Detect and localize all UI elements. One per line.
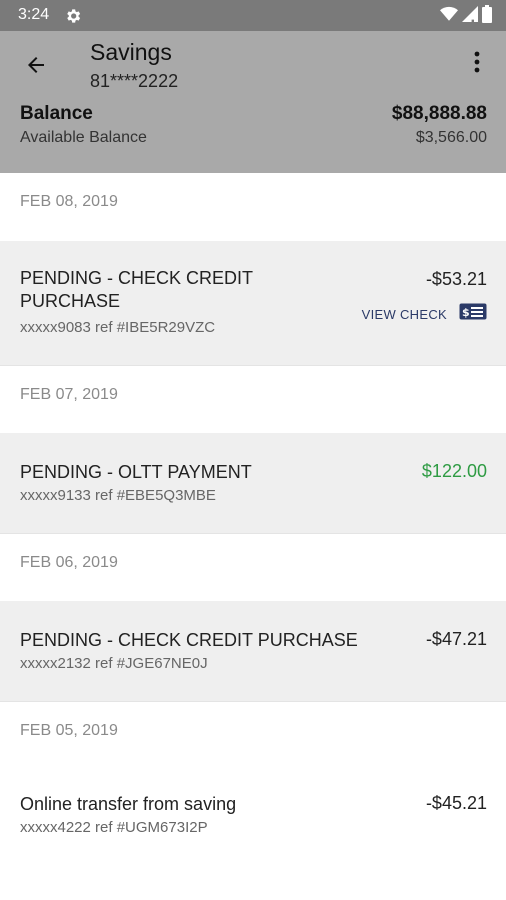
balance-label: Balance xyxy=(20,103,93,124)
status-time: 3:24 xyxy=(18,6,50,23)
date-header: FEB 05, 2019 xyxy=(0,701,506,769)
page-title: Savings xyxy=(90,39,172,65)
transaction-description: PENDING - OLTT PAYMENT xyxy=(20,462,252,482)
available-balance-label: Available Balance xyxy=(20,129,147,146)
transaction-row[interactable]: PENDING - CHECK CREDIT PURCHASE xxxxx908… xyxy=(0,241,506,365)
svg-text:$: $ xyxy=(462,306,470,319)
transaction-amount: -$47.21 xyxy=(425,629,487,649)
available-balance-value: $3,566.00 xyxy=(415,129,487,146)
transaction-reference: xxxxx9083 ref #IBE5R29VZC xyxy=(20,319,216,336)
view-check-button[interactable]: VIEW CHECK $ xyxy=(362,303,487,325)
transaction-row[interactable]: Online transfer from saving xxxxx4222 re… xyxy=(0,769,506,879)
transaction-row[interactable]: PENDING - CHECK CREDIT PURCHASE xxxxx213… xyxy=(0,601,506,701)
transaction-amount: -$53.21 xyxy=(425,269,487,289)
transaction-amount: $122.00 xyxy=(421,461,487,481)
date-header: FEB 08, 2019 xyxy=(0,173,506,241)
gear-icon xyxy=(64,7,82,25)
account-number: 81****2222 xyxy=(90,71,179,91)
more-vert-icon xyxy=(474,51,480,78)
transaction-list: FEB 08, 2019 PENDING - CHECK CREDIT PURC… xyxy=(0,173,506,879)
account-header: Savings 81****2222 Balance $88,888.88 Av… xyxy=(0,31,506,173)
battery-icon xyxy=(482,4,492,28)
check-icon: $ xyxy=(459,303,487,325)
transaction-description: Online transfer from saving xyxy=(20,794,237,814)
balance-value: $88,888.88 xyxy=(391,103,487,124)
transaction-amount: -$45.21 xyxy=(425,793,487,813)
transaction-row[interactable]: PENDING - OLTT PAYMENT xxxxx9133 ref #EB… xyxy=(0,433,506,533)
status-bar: 3:24 xyxy=(0,0,506,31)
view-check-label: VIEW CHECK xyxy=(361,306,447,322)
signal-icon xyxy=(462,5,478,27)
transaction-reference: xxxxx4222 ref #UGM673I2P xyxy=(20,819,208,836)
transaction-description: PENDING - CHECK CREDIT PURCHASE xyxy=(20,268,253,311)
date-header: FEB 06, 2019 xyxy=(0,533,506,601)
transaction-reference: xxxxx2132 ref #JGE67NE0J xyxy=(20,655,208,672)
back-button[interactable] xyxy=(18,49,54,85)
transaction-reference: xxxxx9133 ref #EBE5Q3MBE xyxy=(20,487,216,504)
back-arrow-icon xyxy=(24,53,48,82)
wifi-icon xyxy=(440,6,458,27)
transaction-description: PENDING - CHECK CREDIT PURCHASE xyxy=(20,630,358,650)
overflow-menu-button[interactable] xyxy=(462,49,492,79)
date-header: FEB 07, 2019 xyxy=(0,365,506,433)
